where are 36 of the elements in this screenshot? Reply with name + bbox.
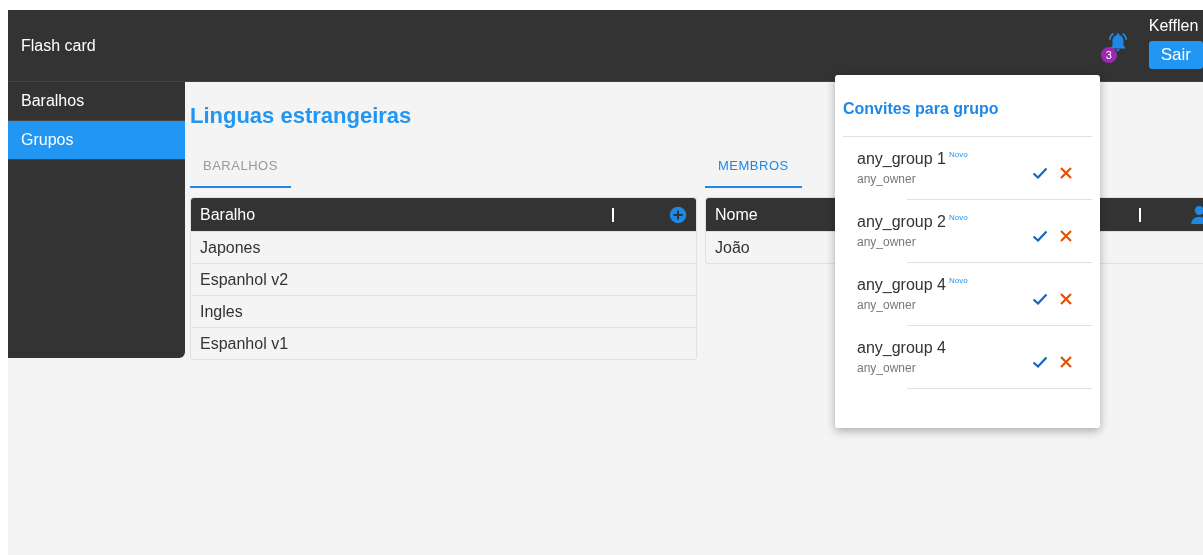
tab[interactable]: BARALHOS: [190, 154, 291, 188]
owner-name: any_owner: [857, 298, 917, 312]
sidebar-item[interactable]: Grupos: [8, 121, 185, 160]
accept-check-icon[interactable]: [1032, 293, 1048, 305]
new-label: Novo: [948, 150, 968, 159]
accept-check-icon[interactable]: [1032, 167, 1048, 179]
app-title: Flash card: [21, 36, 96, 55]
notification-badge: 3: [1100, 46, 1117, 63]
accept-check-icon[interactable]: [1032, 356, 1048, 368]
reject-x-icon[interactable]: [1060, 293, 1072, 305]
user-name: Kefflen: [1148, 16, 1199, 35]
column-header: Baralho: [200, 205, 256, 224]
add-icon[interactable]: [669, 205, 687, 224]
popup-title: Convites para grupo: [843, 75, 1092, 137]
group-name: any_group 2: [857, 213, 946, 231]
owner-name: any_owner: [857, 235, 917, 249]
group-name: any_group 1: [857, 150, 946, 168]
new-label: Novo: [948, 213, 968, 222]
table-cell: Japones: [191, 231, 696, 263]
owner-name: any_owner: [857, 361, 917, 375]
table-cell: Ingles: [191, 295, 696, 327]
table-cell: Espanhol v1: [191, 327, 696, 359]
page-title: Linguas estrangeiras: [190, 103, 412, 129]
owner-name: any_owner: [857, 172, 917, 186]
group-name: any_group 4: [857, 276, 946, 294]
reject-x-icon[interactable]: [1060, 356, 1072, 368]
column-header: Nome: [715, 205, 758, 224]
table-cell: Espanhol v2: [191, 263, 696, 295]
tab[interactable]: MEMBROS: [705, 154, 802, 188]
logout-button[interactable]: Sair: [1148, 40, 1203, 69]
accept-check-icon[interactable]: [1032, 230, 1048, 242]
new-label: Novo: [948, 276, 968, 285]
bell-icon[interactable]: [1106, 30, 1129, 53]
reject-x-icon[interactable]: [1060, 167, 1072, 179]
group-name: any_group 4: [857, 339, 946, 357]
reject-x-icon[interactable]: [1060, 230, 1072, 242]
